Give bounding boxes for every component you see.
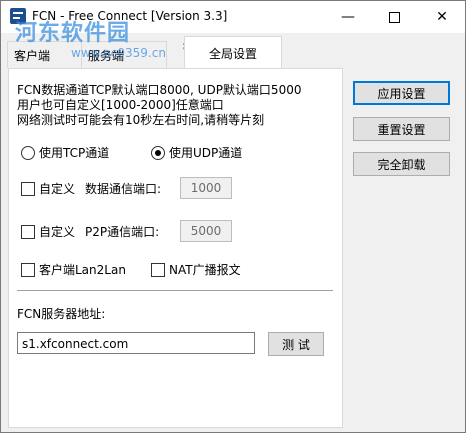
data-port-input[interactable]: 1000 [180, 177, 232, 199]
info-line-3: 网络测试时可能会有10秒左右时间,请稍等片刻 [17, 113, 265, 127]
tab-client-label: 客户端 [14, 48, 51, 63]
global-settings-panel: FCN数据通道TCP默认端口8000, UDP默认端口5000 用户也可自定义[… [8, 68, 343, 428]
p2p-port-input[interactable]: 5000 [180, 220, 232, 242]
data-port-label: 数据通信端口: [85, 182, 162, 196]
nat-broadcast-label: NAT广播报文 [169, 263, 241, 277]
info-line-1: FCN数据通道TCP默认端口8000, UDP默认端口5000 [17, 83, 302, 97]
apply-settings-label: 应用设置 [377, 86, 426, 101]
custom-data-port-row: 自定义 数据通信端口: [21, 180, 161, 197]
tab-global-settings[interactable]: 全局设置 [184, 36, 282, 69]
info-text: FCN数据通道TCP默认端口8000, UDP默认端口5000 用户也可自定义[… [17, 83, 301, 128]
custom-data-port-checkbox-label: 自定义 [39, 182, 76, 196]
udp-radio[interactable] [151, 145, 165, 160]
uninstall-label: 完全卸载 [377, 157, 426, 172]
lan2lan-option[interactable]: 客户端Lan2Lan [21, 261, 126, 278]
reset-settings-label: 重置设置 [377, 122, 426, 137]
close-button[interactable]: ✕ [419, 1, 465, 33]
nat-broadcast-checkbox[interactable] [151, 262, 165, 277]
reset-settings-button[interactable]: 重置设置 [353, 117, 450, 141]
udp-radio-label: 使用UDP通道 [169, 146, 243, 160]
divider [17, 290, 333, 291]
maximize-button[interactable] [371, 1, 417, 33]
custom-data-port-checkbox[interactable] [21, 181, 35, 196]
test-button[interactable]: 测 试 [268, 332, 324, 356]
tab-global-label: 全局设置 [208, 46, 257, 61]
watermark-url: www.pc0359.cn [71, 46, 166, 60]
test-button-label: 测 试 [282, 337, 310, 352]
lan2lan-label: 客户端Lan2Lan [39, 263, 126, 277]
tcp-radio[interactable] [21, 145, 35, 160]
custom-p2p-port-checkbox-label: 自定义 [39, 225, 76, 239]
server-address-label: FCN服务器地址: [17, 307, 106, 321]
watermark-text: 河东软件园 [15, 21, 131, 46]
server-address-input[interactable]: s1.xfconnect.com [17, 332, 255, 354]
tcp-radio-label: 使用TCP通道 [39, 146, 110, 160]
uninstall-button[interactable]: 完全卸载 [353, 152, 450, 176]
info-line-2: 用户也可自定义[1000-2000]任意端口 [17, 98, 224, 112]
nat-broadcast-option[interactable]: NAT广播报文 [151, 261, 241, 278]
p2p-port-label: P2P通信端口: [85, 225, 160, 239]
tcp-radio-option[interactable]: 使用TCP通道 [21, 144, 109, 161]
apply-settings-button[interactable]: 应用设置 [353, 81, 450, 105]
lan2lan-checkbox[interactable] [21, 262, 35, 277]
custom-p2p-port-checkbox[interactable] [21, 224, 35, 239]
app-window: FCN - Free Connect [Version 3.3] — ✕ 客户端… [0, 0, 466, 433]
minimize-button[interactable]: — [325, 1, 371, 33]
custom-p2p-port-row: 自定义 P2P通信端口: [21, 223, 159, 240]
udp-radio-option[interactable]: 使用UDP通道 [151, 144, 242, 161]
